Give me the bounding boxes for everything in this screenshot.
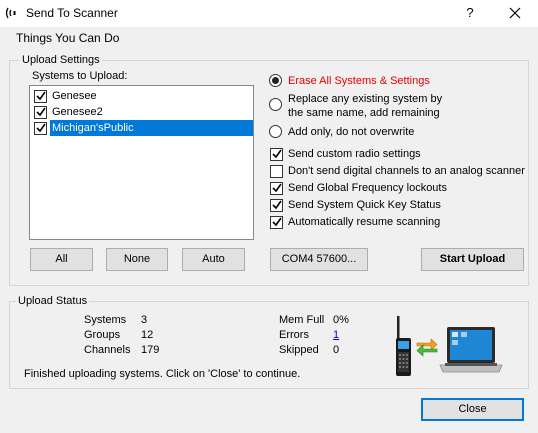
checkmark-icon [272, 200, 282, 210]
send-custom-radio-settings-label: Send custom radio settings [288, 148, 421, 160]
system-checkbox[interactable] [34, 122, 47, 135]
erase-all-radio[interactable] [269, 74, 282, 87]
status-message: Finished uploading systems. Click on 'Cl… [24, 368, 301, 380]
start-upload-button[interactable]: Start Upload [421, 248, 524, 271]
send-quick-key-status-label: Send System Quick Key Status [288, 199, 441, 211]
sync-arrows-icon [416, 338, 438, 357]
checkmark-icon [36, 91, 46, 101]
channels-count-value: 179 [141, 344, 160, 356]
laptop-icon [439, 327, 503, 373]
dont-send-digital-checkbox[interactable] [270, 165, 283, 178]
checkmark-icon [272, 183, 282, 193]
checkmark-icon [36, 107, 46, 117]
send-global-lockouts-label: Send Global Frequency lockouts [288, 182, 447, 194]
select-none-button[interactable]: None [106, 248, 168, 271]
checkmark-icon [272, 217, 282, 227]
send-custom-radio-settings-checkbox[interactable] [270, 148, 283, 161]
system-name: Genesee2 [52, 106, 103, 118]
window-title: Send To Scanner [26, 6, 118, 20]
list-item[interactable]: Michigan'sPublic [33, 120, 253, 136]
systems-list[interactable]: Genesee Genesee2 Michigan'sPublic [29, 85, 254, 240]
systems-count-value: 3 [141, 314, 148, 326]
auto-resume-scanning-label: Automatically resume scanning [288, 216, 441, 228]
list-item[interactable]: Genesee [33, 88, 253, 104]
send-global-lockouts-checkbox[interactable] [270, 182, 283, 195]
dont-send-digital-label: Don't send digital channels to an analog… [288, 165, 525, 177]
scanner-icon [396, 316, 411, 376]
system-checkbox[interactable] [34, 106, 47, 119]
mem-full-value: 0% [333, 314, 349, 326]
com-port-button[interactable]: COM4 57600... [270, 248, 368, 271]
systems-to-upload-label: Systems to Upload: [32, 70, 128, 82]
errors-label: Errors [279, 329, 309, 341]
system-name: Michigan'sPublic [50, 120, 253, 136]
checkmark-icon [272, 149, 282, 159]
radio-waves-icon [5, 7, 16, 19]
groups-count-value: 12 [141, 329, 154, 341]
upload-status-title: Upload Status [16, 295, 90, 307]
auto-resume-scanning-checkbox[interactable] [270, 216, 283, 229]
replace-existing-radio[interactable] [269, 98, 282, 111]
erase-all-label: Erase All Systems & Settings [288, 75, 430, 87]
mem-full-label: Mem Full [279, 314, 325, 326]
select-all-button[interactable]: All [30, 248, 93, 271]
system-checkbox[interactable] [34, 90, 47, 103]
replace-existing-label-line2: the same name, add remaining [288, 107, 440, 119]
skipped-value: 0 [333, 344, 340, 356]
page-heading: Things You Can Do [16, 31, 120, 45]
auto-select-button[interactable]: Auto [182, 248, 245, 271]
channels-count-label: Channels [84, 344, 131, 356]
replace-existing-label-line1: Replace any existing system by [288, 93, 443, 105]
system-name: Genesee [52, 90, 97, 102]
send-quick-key-status-checkbox[interactable] [270, 199, 283, 212]
title-bar: Send To Scanner ? [0, 0, 538, 27]
groups-count-label: Groups [84, 329, 121, 341]
close-button[interactable]: Close [421, 398, 524, 421]
add-only-label: Add only, do not overwrite [288, 126, 415, 138]
list-item[interactable]: Genesee2 [33, 104, 253, 120]
skipped-label: Skipped [279, 344, 319, 356]
help-button[interactable]: ? [458, 2, 482, 24]
close-window-icon[interactable] [500, 2, 530, 24]
upload-settings-title: Upload Settings [20, 54, 102, 66]
errors-link[interactable]: 1 [333, 329, 339, 341]
checkmark-icon [36, 123, 46, 133]
systems-count-label: Systems [84, 314, 127, 326]
add-only-radio[interactable] [269, 125, 282, 138]
